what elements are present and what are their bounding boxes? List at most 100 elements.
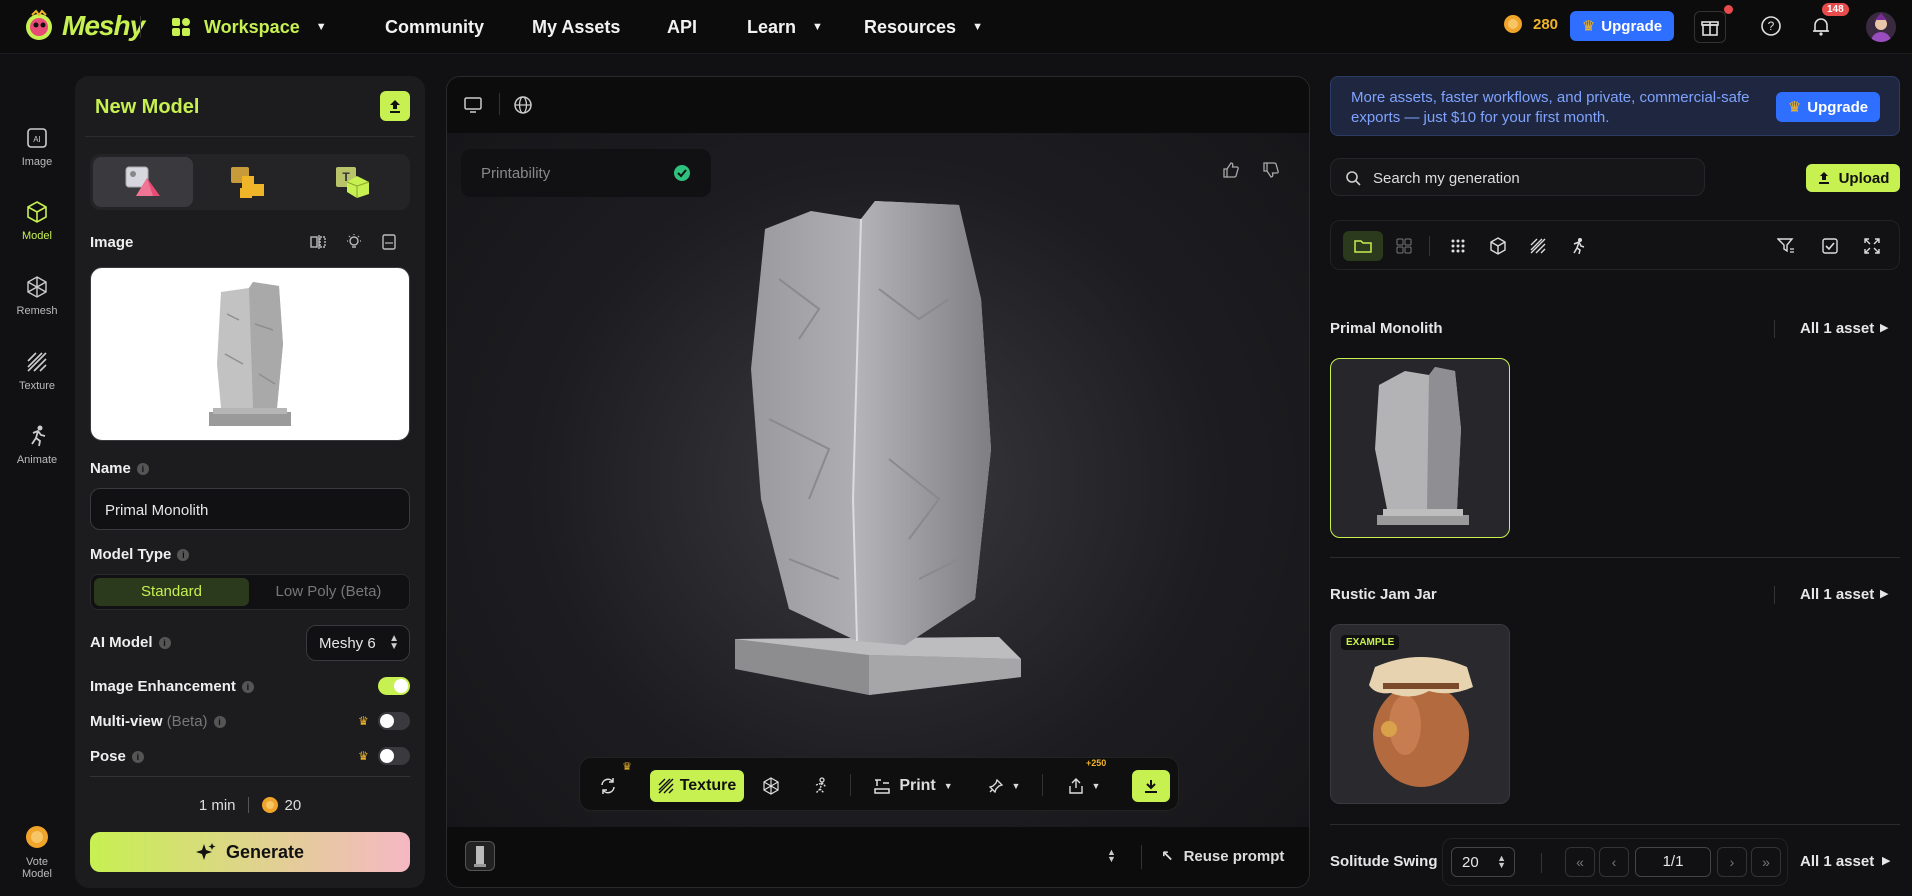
prev-page-button[interactable]: ‹ — [1599, 847, 1629, 877]
avatar[interactable] — [1866, 12, 1896, 42]
model-type-standard[interactable]: Standard — [94, 578, 249, 606]
notification-count-badge: 148 — [1822, 3, 1849, 16]
model-type-low-poly[interactable]: Low Poly (Beta) — [251, 578, 406, 606]
pager-divider — [1541, 853, 1542, 873]
upload-button[interactable]: Upload — [1806, 164, 1900, 192]
select-mode-button[interactable] — [1815, 231, 1845, 261]
thumbs-up-button[interactable] — [1222, 161, 1240, 179]
mode-multi-image[interactable] — [198, 157, 298, 207]
help-button[interactable]: ? — [1760, 15, 1782, 37]
grid-view-button[interactable] — [1389, 231, 1419, 261]
tips-button[interactable] — [345, 233, 363, 251]
group-all-assets-link[interactable]: All 1 asset ▶ — [1774, 320, 1898, 340]
history-button[interactable] — [380, 233, 398, 251]
multiview-toggle[interactable] — [378, 712, 410, 730]
upgrade-button[interactable]: ♛ Upgrade — [1570, 11, 1674, 41]
cube-icon — [27, 201, 47, 223]
regenerate-button[interactable]: ♛ — [592, 761, 632, 802]
rail-item-animate[interactable]: Animate — [0, 424, 74, 466]
asset-card[interactable] — [1330, 358, 1510, 538]
3d-viewport[interactable]: Printability ♛ Texture Print ▼ ▼ ▼ +250 … — [446, 76, 1310, 888]
advanced-filter-button[interactable] — [1771, 231, 1801, 261]
nav-workspace[interactable]: Workspace ▼ — [170, 0, 327, 54]
rail-item-remesh[interactable]: Remesh — [0, 275, 74, 317]
group-all-assets-link[interactable]: All 1 asset ▶ — [1774, 586, 1898, 606]
rig-button[interactable] — [806, 770, 836, 802]
filter-models-button[interactable] — [1483, 231, 1513, 261]
print-button[interactable]: Print ▼ — [868, 770, 958, 802]
check-circle-icon — [674, 165, 690, 181]
running-figure-icon — [1573, 238, 1585, 255]
filter-textures-button[interactable] — [1523, 231, 1553, 261]
notifications-button[interactable]: 148 — [1810, 3, 1849, 37]
chevron-right-icon: ▶ — [1880, 322, 1889, 334]
grid-icon — [1396, 238, 1412, 254]
ai-model-select[interactable]: Meshy 6 ▲ ▼ — [306, 625, 410, 661]
pose-toggle[interactable] — [378, 747, 410, 765]
share-button[interactable]: ▼ +250 — [1060, 758, 1108, 802]
crown-icon: ♛ — [1581, 18, 1596, 35]
name-input[interactable]: Primal Monolith — [90, 488, 410, 530]
nav-resources[interactable]: Resources ▼ — [864, 0, 983, 54]
environment-button[interactable] — [513, 95, 533, 115]
download-button[interactable] — [1132, 770, 1170, 802]
generate-label: Generate — [225, 841, 305, 862]
filter-all-button[interactable] — [1443, 231, 1473, 261]
cost-divider — [247, 797, 249, 813]
import-button[interactable] — [380, 91, 410, 121]
nav-api[interactable]: API — [667, 0, 697, 54]
display-mode-button[interactable] — [463, 95, 483, 115]
filter-icon — [1777, 238, 1794, 253]
rail-item-texture-label: Texture — [18, 380, 56, 392]
share-bonus-badge: +250 — [1086, 758, 1107, 768]
folder-icon — [1354, 240, 1372, 253]
next-page-button[interactable]: › — [1717, 847, 1747, 877]
model-thumbnail-mini[interactable] — [465, 841, 495, 871]
nav-learn[interactable]: Learn ▼ — [747, 0, 823, 54]
asset-card[interactable]: EXAMPLE — [1330, 624, 1510, 804]
mode-text-to-3d[interactable]: T — [303, 157, 403, 207]
rail-item-vote-model[interactable]: Vote Model — [0, 824, 74, 880]
reuse-prompt-button[interactable]: ↖ Reuse prompt — [1161, 847, 1284, 866]
image-upload-area[interactable] — [90, 267, 410, 441]
search-generation-input[interactable]: Search my generation — [1330, 158, 1705, 196]
folder-view-button[interactable] — [1343, 231, 1383, 261]
name-input-value: Primal Monolith — [105, 502, 209, 519]
rail-item-image[interactable]: AI Image — [0, 126, 74, 168]
remesh-tool-button[interactable] — [756, 770, 786, 802]
nav-community[interactable]: Community — [385, 0, 484, 54]
nav-learn-label: Learn — [747, 16, 797, 37]
group-all-assets-link[interactable]: All 1 asset ▶ — [1798, 853, 1898, 873]
model-type-label: Model Type i — [90, 546, 190, 563]
image-enhancement-toggle[interactable] — [378, 677, 410, 695]
coin-icon — [261, 797, 278, 813]
credits-display[interactable]: 280 — [1503, 14, 1558, 34]
gift-button[interactable] — [1694, 5, 1733, 43]
generate-button[interactable]: Generate — [90, 832, 410, 872]
printability-panel[interactable]: Printability — [461, 149, 711, 197]
toggle-knob — [380, 714, 394, 728]
thumbs-down-button[interactable] — [1262, 161, 1280, 179]
compare-button[interactable] — [309, 233, 327, 251]
mode-image-to-3d[interactable] — [93, 157, 193, 207]
chevron-updown-icon[interactable]: ▲ ▼ — [1107, 848, 1116, 864]
group-title: Solitude Swing — [1330, 853, 1438, 870]
running-figure-icon — [31, 425, 46, 447]
page-indicator[interactable]: 1/1 — [1635, 847, 1711, 877]
page-size-select[interactable]: 20 ▲ ▼ — [1451, 847, 1515, 877]
expand-button[interactable] — [1857, 231, 1887, 261]
meshy-logo[interactable]: Meshy — [22, 9, 145, 43]
panel-divider — [85, 136, 415, 137]
multiview-beta-tag: (Beta) — [166, 713, 208, 730]
last-page-button[interactable]: » — [1751, 847, 1781, 877]
first-page-button[interactable]: « — [1565, 847, 1595, 877]
rail-item-texture[interactable]: Texture — [0, 350, 74, 392]
filter-animations-button[interactable] — [1563, 231, 1593, 261]
rail-item-model[interactable]: Model — [0, 200, 74, 242]
info-icon: i — [241, 681, 254, 694]
expand-icon — [1864, 238, 1880, 254]
texture-button[interactable]: Texture — [650, 770, 744, 802]
nav-my-assets[interactable]: My Assets — [532, 0, 620, 54]
banner-upgrade-button[interactable]: ♛ Upgrade — [1776, 92, 1880, 122]
tools-dropdown-button[interactable]: ▼ — [980, 770, 1028, 802]
